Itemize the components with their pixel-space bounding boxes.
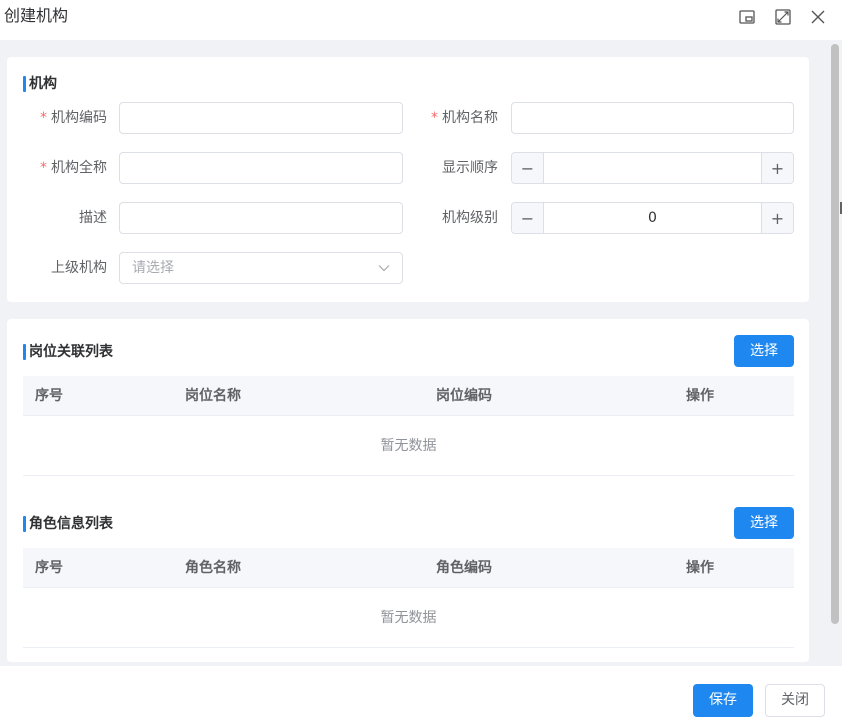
post-section-title: 岗位关联列表: [23, 344, 113, 360]
scrollbar-thumb[interactable]: [831, 44, 839, 624]
decrement-button[interactable]: −: [512, 153, 544, 183]
save-button[interactable]: 保存: [693, 684, 753, 717]
org-section-card: 机构 * 机构编码 * 机构名称 * 机构全称 显示顺序 − + 描述 机构级别 − …: [7, 57, 809, 302]
dialog-footer: 保存 关闭: [0, 666, 842, 724]
required-mark: *: [40, 160, 47, 176]
required-mark: *: [431, 110, 438, 126]
required-mark: *: [40, 110, 47, 126]
column-header: 岗位名称: [185, 388, 241, 404]
increment-button[interactable]: +: [761, 153, 793, 183]
column-header: 操作: [686, 560, 714, 576]
org-level-stepper[interactable]: − 0 +: [511, 202, 794, 234]
column-header: 序号: [35, 560, 63, 576]
select-post-button[interactable]: 选择: [734, 335, 794, 367]
org-section-title: 机构: [23, 76, 57, 92]
dialog-title: 创建机构: [4, 6, 69, 25]
org-level-value[interactable]: 0: [544, 203, 761, 233]
relations-card: 岗位关联列表 选择 序号 岗位名称 岗位编码 操作 暂无数据 角色信息列表 选择…: [7, 319, 809, 662]
description-label: 描述: [79, 210, 107, 226]
role-section-title: 角色信息列表: [23, 516, 113, 532]
increment-button[interactable]: +: [761, 203, 793, 233]
org-fullname-input[interactable]: [119, 152, 403, 184]
close-button[interactable]: 关闭: [765, 684, 825, 717]
post-table-header: 序号 岗位名称 岗位编码 操作: [23, 376, 794, 416]
org-level-label: 机构级别: [442, 210, 498, 226]
parent-org-placeholder: 请选择: [132, 260, 174, 276]
column-header: 角色编码: [436, 560, 492, 576]
org-code-label: * 机构编码: [40, 110, 107, 126]
dialog-titlebar: 创建机构: [0, 0, 842, 40]
org-name-label: * 机构名称: [431, 110, 498, 126]
select-role-button[interactable]: 选择: [734, 507, 794, 539]
role-table: 序号 角色名称 角色编码 操作 暂无数据: [23, 548, 794, 649]
org-name-input[interactable]: [511, 102, 794, 134]
empty-state: 暂无数据: [23, 416, 794, 476]
display-order-label: 显示顺序: [442, 160, 498, 176]
restore-window-icon[interactable]: [736, 6, 758, 28]
close-icon[interactable]: [807, 6, 829, 28]
org-fullname-label: * 机构全称: [40, 160, 107, 176]
column-header: 岗位编码: [436, 388, 492, 404]
org-code-input[interactable]: [119, 102, 403, 134]
empty-state: 暂无数据: [23, 588, 794, 648]
display-order-stepper[interactable]: − +: [511, 152, 794, 184]
column-header: 序号: [35, 388, 63, 404]
chevron-down-icon: [378, 265, 390, 272]
column-header: 操作: [686, 388, 714, 404]
parent-org-label: 上级机构: [51, 260, 107, 276]
description-input[interactable]: [119, 202, 403, 234]
post-table: 序号 岗位名称 岗位编码 操作 暂无数据: [23, 376, 794, 477]
parent-org-select[interactable]: 请选择: [119, 252, 403, 284]
role-table-header: 序号 角色名称 角色编码 操作: [23, 548, 794, 588]
column-header: 角色名称: [185, 560, 241, 576]
decrement-button[interactable]: −: [512, 203, 544, 233]
maximize-icon[interactable]: [772, 6, 794, 28]
scrollbar[interactable]: [828, 40, 842, 666]
dialog-body: 机构 * 机构编码 * 机构名称 * 机构全称 显示顺序 − + 描述 机构级别 − …: [0, 40, 842, 666]
